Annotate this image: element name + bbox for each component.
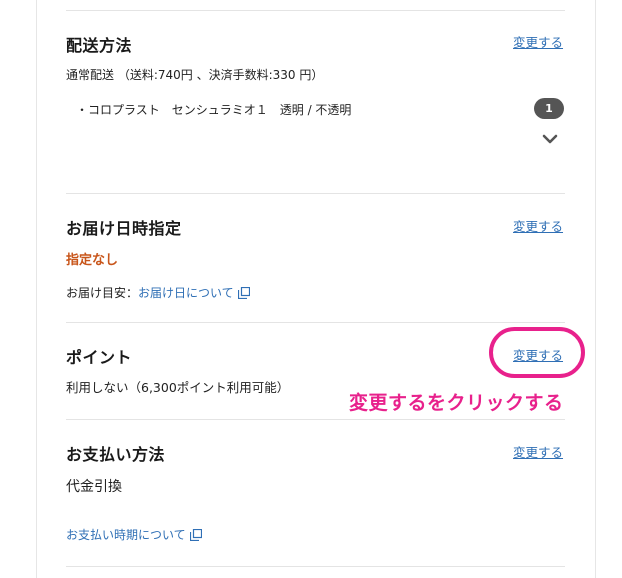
instruction-annotation: 変更するをクリックする: [349, 392, 564, 414]
payment-change-link[interactable]: 変更する: [513, 442, 563, 461]
shipping-change-link[interactable]: 変更する: [513, 32, 563, 51]
divider: [66, 566, 565, 567]
external-window-icon: [237, 287, 250, 299]
points-heading: ポイント: [66, 348, 133, 367]
highlight-circle: [489, 327, 585, 378]
points-value: 利用しない（6,300ポイント利用可能）: [66, 380, 290, 395]
external-window-icon: [189, 529, 202, 541]
delivery-estimate-row: お届け目安：お届け日について: [66, 284, 250, 301]
shipping-item-name: ・コロプラスト センシュラミオ１ 透明 / 不透明: [76, 103, 352, 117]
chevron-down-icon[interactable]: [540, 132, 560, 146]
divider: [66, 10, 565, 11]
payment-timing-row: お支払い時期について: [66, 526, 202, 543]
item-quantity-badge: 1: [534, 98, 564, 119]
divider: [66, 193, 565, 194]
delivery-info-link[interactable]: お届け日について: [138, 286, 234, 300]
delivery-change-link[interactable]: 変更する: [513, 216, 563, 235]
shipping-method-text: 通常配送 （送料:740円 、決済手数料:330 円）: [66, 68, 324, 82]
payment-method-value: 代金引換: [66, 479, 122, 495]
divider: [66, 322, 565, 323]
payment-method-heading: お支払い方法: [66, 445, 166, 464]
divider: [66, 419, 565, 420]
shipping-method-heading: 配送方法: [66, 36, 133, 55]
delivery-estimate-label: お届け目安：: [66, 286, 139, 300]
delivery-date-heading: お届け日時指定: [66, 219, 182, 238]
delivery-date-value: 指定なし: [66, 253, 119, 268]
payment-timing-link[interactable]: お支払い時期について: [66, 528, 186, 542]
